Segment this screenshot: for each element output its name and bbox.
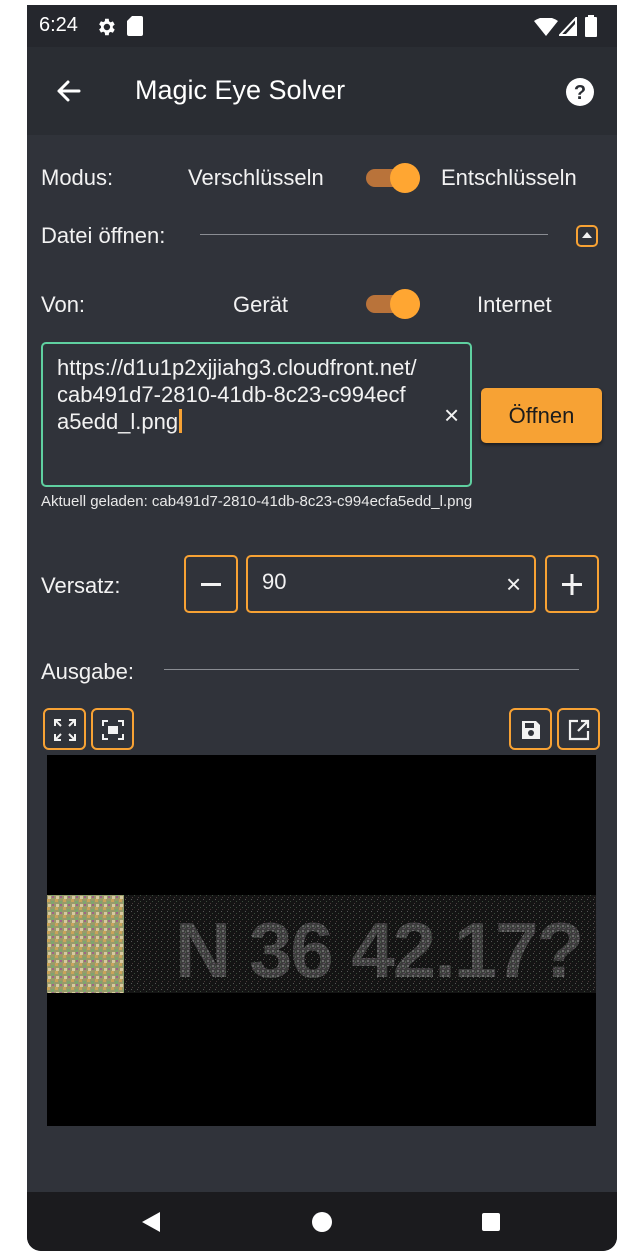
offset-input-value[interactable]: 90: [262, 569, 286, 595]
mode-label: Modus:: [41, 165, 114, 190]
source-switch[interactable]: [366, 287, 420, 321]
battery-icon: [585, 15, 597, 37]
fullscreen-expand-icon: [54, 719, 76, 741]
mode-option-decrypt[interactable]: Entschlüsseln: [441, 165, 577, 191]
url-input[interactable]: https://d1u1p2xjjiahg3.cloudfront.net/ca…: [41, 342, 472, 487]
fullscreen-button[interactable]: [43, 708, 86, 750]
fit-screen-icon: [102, 720, 124, 740]
settings-gear-icon: [99, 18, 115, 36]
signal-icon: [559, 17, 577, 36]
wifi-icon: [534, 18, 558, 36]
app-title: Magic Eye Solver: [135, 75, 346, 105]
image-hidden-text: N 36 42.17?: [175, 906, 582, 994]
output-image: N 36 42.17?: [47, 755, 596, 1126]
mode-switch[interactable]: [366, 161, 420, 195]
open-file-divider: [200, 234, 548, 235]
open-file-label: Datei öffnen:: [41, 223, 166, 248]
fit-screen-button[interactable]: [91, 708, 134, 750]
svg-text:?: ?: [574, 82, 586, 104]
back-triangle-icon[interactable]: [140, 1210, 162, 1234]
help-circle-icon[interactable]: ?: [565, 77, 595, 107]
offset-decrement-button[interactable]: [184, 555, 238, 613]
output-label: Ausgabe:: [41, 659, 134, 684]
open-external-icon: [568, 719, 590, 741]
status-time: 6:24: [39, 14, 78, 36]
app-bar: Magic Eye Solver ?: [27, 47, 617, 135]
url-input-value[interactable]: https://d1u1p2xjjiahg3.cloudfront.net/ca…: [57, 354, 417, 435]
status-bar: 6:24: [27, 5, 617, 47]
minus-icon: [201, 583, 221, 586]
open-external-button[interactable]: [557, 708, 600, 750]
navigation-bar: [27, 1192, 617, 1251]
open-button[interactable]: Öffnen: [481, 388, 602, 443]
offset-input[interactable]: 90 ×: [246, 555, 536, 613]
loaded-file-text: Aktuell geladen: cab491d7-2810-41db-8c23…: [41, 493, 473, 510]
offset-label: Versatz:: [41, 573, 121, 598]
phone-screen: 6:24 Magic Eye Solver ? Modus: Verschlüs…: [27, 5, 617, 1251]
image-pattern-tile: [47, 895, 124, 993]
source-label: Von:: [41, 292, 86, 317]
source-option-device[interactable]: Gerät: [233, 292, 288, 318]
sd-card-icon: [127, 16, 143, 36]
recents-square-icon[interactable]: [481, 1212, 501, 1232]
output-divider: [164, 669, 579, 670]
caret-up-icon[interactable]: [576, 225, 598, 247]
mode-switch-thumb: [390, 163, 420, 193]
offset-increment-button[interactable]: [545, 555, 599, 613]
source-switch-thumb: [390, 289, 420, 319]
save-button[interactable]: [509, 708, 552, 750]
output-image-canvas: N 36 42.17?: [47, 895, 596, 994]
plus-icon: [562, 574, 582, 595]
arrow-left-icon[interactable]: [49, 71, 89, 111]
offset-clear-icon[interactable]: ×: [506, 569, 521, 600]
url-clear-icon[interactable]: ×: [444, 400, 459, 431]
mode-option-encrypt[interactable]: Verschlüsseln: [188, 165, 324, 191]
save-icon: [522, 721, 540, 739]
source-option-internet[interactable]: Internet: [477, 292, 552, 318]
home-circle-icon[interactable]: [311, 1211, 333, 1233]
